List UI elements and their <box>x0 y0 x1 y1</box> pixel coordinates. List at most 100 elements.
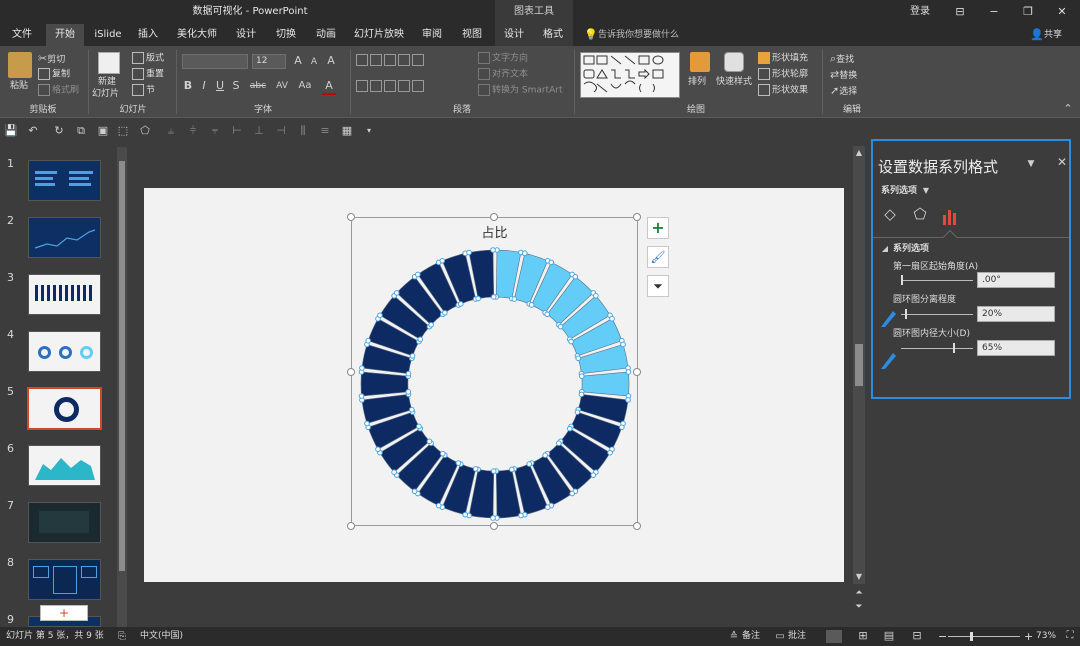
shape-outline-button[interactable]: 形状轮廓 <box>772 70 808 80</box>
slide-thumb-8[interactable] <box>28 559 101 600</box>
slice-selection-handle[interactable] <box>556 440 562 447</box>
slice-selection-handle[interactable] <box>590 472 597 478</box>
new-slide-plus-button[interactable]: + <box>40 605 88 621</box>
strikethrough-icon[interactable]: abc <box>248 79 268 93</box>
convert-smartart-button[interactable]: 转换为 SmartArt <box>492 86 562 96</box>
align-right-obj-icon[interactable]: ⊣ <box>274 124 288 138</box>
group-icon[interactable]: ▦ <box>340 124 354 138</box>
hole-size-input[interactable]: 65% <box>977 340 1055 356</box>
slide-thumb-3[interactable] <box>28 274 101 315</box>
slice-selection-handle[interactable] <box>544 311 551 318</box>
resize-handle[interactable] <box>633 522 641 530</box>
zoom-slider-thumb[interactable] <box>970 632 973 641</box>
slice-selection-handle[interactable] <box>393 290 400 296</box>
slice-selection-handle[interactable] <box>359 365 365 371</box>
explosion-slider[interactable] <box>901 314 973 315</box>
grow-font-icon[interactable]: A <box>292 54 304 68</box>
bullets-icon[interactable] <box>356 54 368 66</box>
slice-selection-handle[interactable] <box>619 424 625 431</box>
align-buttons[interactable] <box>356 80 466 94</box>
slide-thumb-5[interactable] <box>27 387 102 430</box>
slice-selection-handle[interactable] <box>409 353 416 359</box>
slice-selection-handle[interactable] <box>625 397 631 403</box>
align-left-icon[interactable] <box>356 80 368 92</box>
align-left-obj-icon[interactable]: ⊢ <box>230 124 244 138</box>
select-button[interactable]: 选择 <box>839 87 857 97</box>
slide-scrollbar[interactable]: ▲ ▼ <box>853 146 865 584</box>
chart-styles-brush-icon[interactable]: 🖌 <box>647 246 669 268</box>
slice-selection-handle[interactable] <box>462 511 469 518</box>
series-options-chevron-icon[interactable]: ▼ <box>921 184 931 198</box>
scroll-down-icon[interactable]: ▼ <box>853 570 865 584</box>
shadow-s-icon[interactable]: S <box>230 79 242 93</box>
first-slice-angle-input[interactable]: .00° <box>977 272 1055 288</box>
reset-button[interactable]: 重置 <box>146 70 164 80</box>
tab-home[interactable]: 开始 <box>46 24 84 46</box>
slice-selection-handle[interactable] <box>490 515 496 521</box>
paste-icon[interactable] <box>8 52 32 78</box>
tab-file[interactable]: 文件 <box>4 24 40 46</box>
slice-selection-handle[interactable] <box>391 469 397 475</box>
slice-selection-handle[interactable] <box>557 323 564 330</box>
first-slice-angle-slider-thumb[interactable] <box>901 275 903 285</box>
resize-handle[interactable] <box>347 213 355 221</box>
customize-qat-icon[interactable]: ▾ <box>362 124 376 138</box>
fit-to-window-icon[interactable]: ⛶ <box>1064 629 1076 643</box>
clear-format-icon[interactable]: A <box>324 54 338 68</box>
resize-handle[interactable] <box>633 213 641 221</box>
new-slide-label-2[interactable]: 幻灯片 <box>92 88 119 100</box>
slice-selection-handle[interactable] <box>455 460 462 466</box>
slice-selection-handle[interactable] <box>439 257 446 264</box>
decrease-indent-icon[interactable] <box>384 54 396 66</box>
font-size-input[interactable]: 12 <box>252 54 286 69</box>
new-slide-label-1[interactable]: 新建 <box>98 76 116 88</box>
slice-selection-handle[interactable] <box>364 420 370 427</box>
slice-selection-handle[interactable] <box>405 370 412 377</box>
undo-icon[interactable]: ↶ <box>26 124 40 138</box>
hole-size-slider[interactable] <box>901 348 973 349</box>
series-options-section[interactable]: 系列选项 <box>893 243 929 255</box>
tab-slideshow[interactable]: 幻灯片放映 <box>348 24 410 46</box>
arrange-button[interactable]: 排列 <box>688 76 706 88</box>
chart-filter-icon[interactable]: ⏷ <box>647 275 669 297</box>
slice-selection-handle[interactable] <box>466 249 472 256</box>
chart-frame[interactable]: 占比 <box>351 217 638 526</box>
tab-animations[interactable]: 动画 <box>308 24 344 46</box>
shrink-font-icon[interactable]: A <box>308 55 320 69</box>
language-indicator[interactable]: 中文(中国) <box>140 627 183 646</box>
slice-selection-handle[interactable] <box>435 502 442 509</box>
slice-selection-handle[interactable] <box>620 341 626 348</box>
next-slide-icon[interactable]: ⏷ <box>853 600 865 614</box>
slice-selection-handle[interactable] <box>358 393 365 399</box>
slice-selection-handle[interactable] <box>574 409 581 415</box>
tab-insert[interactable]: 插入 <box>130 24 166 46</box>
tell-me-input[interactable]: 告诉我你想要做什么 <box>598 29 679 41</box>
slice-selection-handle[interactable] <box>593 293 599 299</box>
slice-selection-handle[interactable] <box>568 338 574 345</box>
tab-chart-design[interactable]: 设计 <box>495 24 533 46</box>
slide-thumb-6[interactable] <box>28 445 101 486</box>
numbering-icon[interactable] <box>370 54 382 66</box>
slice-selection-handle[interactable] <box>625 369 632 375</box>
close-button[interactable]: ✕ <box>1045 0 1079 24</box>
pane-options-dropdown-icon[interactable]: ▼ <box>1025 157 1037 171</box>
slice-selection-handle[interactable] <box>490 468 497 474</box>
arrange-icon[interactable] <box>690 52 710 72</box>
text-direction-button[interactable]: 文字方向 <box>492 54 528 64</box>
chart-elements-plus-icon[interactable]: + <box>647 217 669 239</box>
align-center-icon[interactable] <box>370 80 382 92</box>
slice-selection-handle[interactable] <box>417 336 424 343</box>
char-spacing-icon[interactable]: AV <box>272 79 292 93</box>
slice-selection-handle[interactable] <box>408 406 415 413</box>
doughnut-chart[interactable] <box>352 218 637 525</box>
slice-selection-handle[interactable] <box>416 423 422 430</box>
resize-handle[interactable] <box>490 213 498 221</box>
resize-handle[interactable] <box>347 368 355 376</box>
slice-selection-handle[interactable] <box>609 315 615 322</box>
format-shape-icon[interactable]: ⬠ <box>138 124 152 138</box>
slice-selection-handle[interactable] <box>521 250 528 257</box>
first-slice-angle-slider[interactable] <box>901 280 973 281</box>
login-button[interactable]: 登录 <box>900 0 940 24</box>
slice-selection-handle[interactable] <box>518 512 524 519</box>
explosion-slider-thumb[interactable] <box>905 309 907 319</box>
